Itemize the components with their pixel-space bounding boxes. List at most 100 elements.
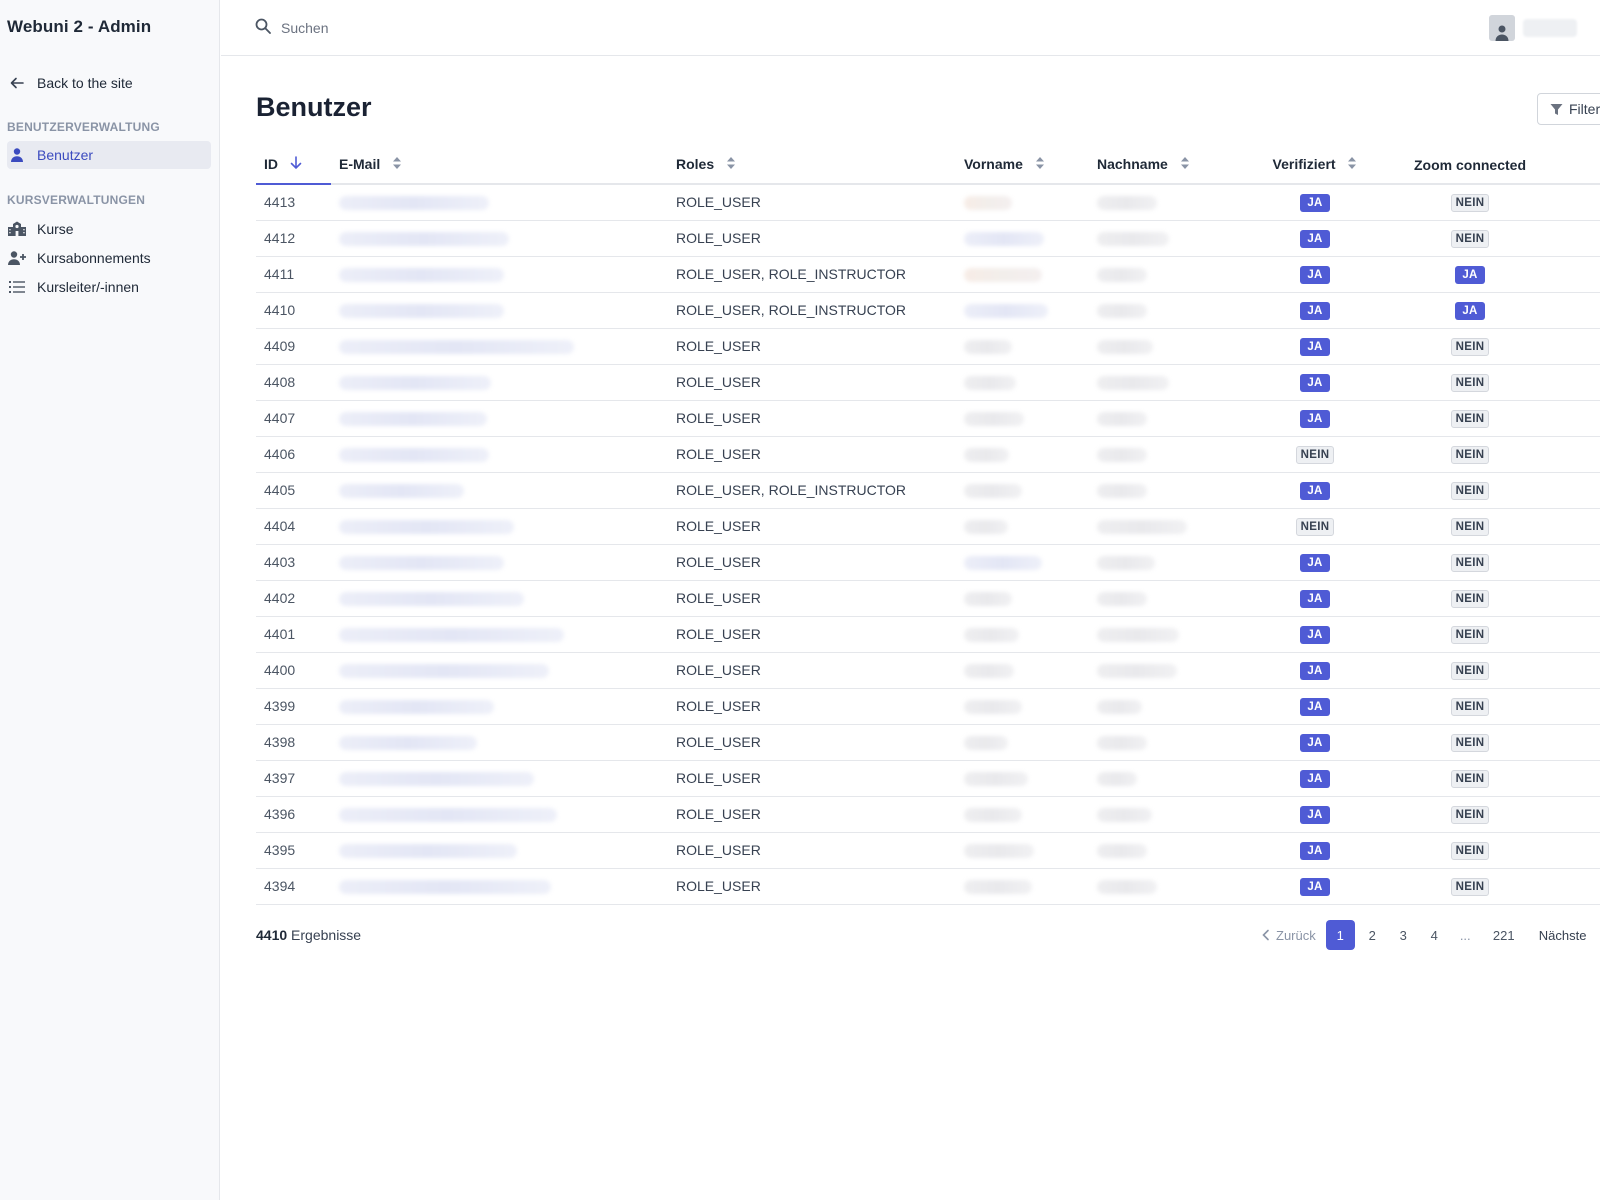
cell-actions[interactable]: • xyxy=(1549,328,1600,365)
back-to-site-link[interactable]: Back to the site xyxy=(7,69,211,97)
cell-vorname xyxy=(956,868,1089,905)
vorname-redacted xyxy=(964,304,1048,319)
pagination-page-1[interactable]: 1 xyxy=(1325,920,1355,950)
zoom-badge: NEIN xyxy=(1450,661,1490,680)
table-row[interactable]: 4401 ROLE_USER JA NEIN • xyxy=(256,616,1600,653)
table-row[interactable]: 4413 ROLE_USER JA NEIN • xyxy=(256,184,1600,221)
search-bar[interactable] xyxy=(255,16,581,40)
column-header-vorname[interactable]: Vorname xyxy=(956,146,1089,185)
cell-actions[interactable]: • xyxy=(1549,292,1600,329)
search-icon xyxy=(255,18,271,39)
table-row[interactable]: 4410 ROLE_USER, ROLE_INSTRUCTOR JA JA • xyxy=(256,292,1600,329)
table-row[interactable]: 4396 ROLE_USER JA NEIN • xyxy=(256,796,1600,833)
table-row[interactable]: 4395 ROLE_USER JA NEIN • xyxy=(256,832,1600,869)
table-row[interactable]: 4400 ROLE_USER JA NEIN • xyxy=(256,652,1600,689)
table-row[interactable]: 4403 ROLE_USER JA NEIN • xyxy=(256,544,1600,581)
user-plus-icon xyxy=(7,248,27,268)
filter-button[interactable]: Filter xyxy=(1537,93,1600,125)
cell-actions[interactable]: • xyxy=(1549,868,1600,905)
cell-actions[interactable]: • xyxy=(1549,580,1600,617)
table-row[interactable]: 4398 ROLE_USER JA NEIN • xyxy=(256,724,1600,761)
cell-actions[interactable]: • xyxy=(1549,760,1600,797)
cell-roles: ROLE_USER xyxy=(668,580,956,617)
nachname-redacted xyxy=(1097,664,1177,679)
cell-id: 4411 xyxy=(256,256,331,293)
cell-actions[interactable]: • xyxy=(1549,400,1600,437)
cell-actions[interactable]: • xyxy=(1549,796,1600,833)
column-header-verifiziert[interactable]: Verifiziert xyxy=(1239,146,1391,185)
section-title-kursverwaltungen: KURSVERWALTUNGEN xyxy=(7,193,146,207)
zoom-badge: NEIN xyxy=(1450,589,1490,608)
column-header-roles[interactable]: Roles xyxy=(668,146,956,185)
cell-actions[interactable]: • xyxy=(1549,364,1600,401)
cell-actions[interactable]: • xyxy=(1549,472,1600,509)
column-header-nachname[interactable]: Nachname xyxy=(1089,146,1239,185)
cell-id: 4398 xyxy=(256,724,331,761)
vorname-redacted xyxy=(964,484,1022,499)
roles-text: ROLE_USER xyxy=(676,734,761,750)
avatar[interactable] xyxy=(1489,15,1515,41)
table-row[interactable]: 4399 ROLE_USER JA NEIN • xyxy=(256,688,1600,725)
cell-nachname xyxy=(1089,796,1239,833)
pagination-prev[interactable]: Zurück xyxy=(1262,920,1324,950)
table-row[interactable]: 4397 ROLE_USER JA NEIN • xyxy=(256,760,1600,797)
cell-actions[interactable]: • xyxy=(1549,256,1600,293)
pagination-page-3[interactable]: 3 xyxy=(1388,920,1419,950)
sidebar-item-kursabonnements[interactable]: Kursabonnements xyxy=(7,244,211,272)
cell-zoom-connected: NEIN xyxy=(1391,220,1549,257)
cell-id: 4402 xyxy=(256,580,331,617)
cell-id: 4404 xyxy=(256,508,331,545)
table-row[interactable]: 4405 ROLE_USER, ROLE_INSTRUCTOR JA NEIN • xyxy=(256,472,1600,509)
cell-vorname xyxy=(956,184,1089,221)
column-header-email[interactable]: E-Mail xyxy=(331,146,668,185)
nachname-redacted xyxy=(1097,880,1157,895)
sidebar-item-kursleiter[interactable]: Kursleiter/-innen xyxy=(7,273,211,301)
cell-id: 4396 xyxy=(256,796,331,833)
user-name[interactable] xyxy=(1523,19,1577,37)
table-row[interactable]: 4406 ROLE_USER NEIN NEIN • xyxy=(256,436,1600,473)
cell-email xyxy=(331,472,668,509)
cell-actions[interactable]: • xyxy=(1549,832,1600,869)
sidebar-item-label: Kursleiter/-innen xyxy=(37,279,139,295)
cell-email xyxy=(331,868,668,905)
verified-badge: JA xyxy=(1300,733,1330,752)
table-row[interactable]: 4408 ROLE_USER JA NEIN • xyxy=(256,364,1600,401)
cell-actions[interactable]: • xyxy=(1549,724,1600,761)
cell-actions[interactable]: • xyxy=(1549,652,1600,689)
vorname-redacted xyxy=(964,520,1008,535)
table-row[interactable]: 4411 ROLE_USER, ROLE_INSTRUCTOR JA JA • xyxy=(256,256,1600,293)
sidebar: Webuni 2 - Admin Back to the site BENUTZ… xyxy=(0,0,220,1200)
cell-actions[interactable]: • xyxy=(1549,544,1600,581)
table-row[interactable]: 4409 ROLE_USER JA NEIN • xyxy=(256,328,1600,365)
table-row[interactable]: 4404 ROLE_USER NEIN NEIN • xyxy=(256,508,1600,545)
table-row[interactable]: 4407 ROLE_USER JA NEIN • xyxy=(256,400,1600,437)
cell-actions[interactable]: • xyxy=(1549,616,1600,653)
pagination-page-4[interactable]: 4 xyxy=(1419,920,1450,950)
cell-actions[interactable]: • xyxy=(1549,508,1600,545)
search-input[interactable] xyxy=(281,20,581,36)
table-row[interactable]: 4394 ROLE_USER JA NEIN • xyxy=(256,868,1600,905)
cell-nachname xyxy=(1089,472,1239,509)
user-id: 4402 xyxy=(264,590,296,606)
table-row[interactable]: 4402 ROLE_USER JA NEIN • xyxy=(256,580,1600,617)
cell-vorname xyxy=(956,436,1089,473)
roles-text: ROLE_USER xyxy=(676,806,761,822)
cell-roles: ROLE_USER xyxy=(668,184,956,221)
sidebar-item-label: Kursabonnements xyxy=(37,250,151,266)
cell-actions[interactable]: • xyxy=(1549,688,1600,725)
cell-actions[interactable]: • xyxy=(1549,184,1600,221)
roles-text: ROLE_USER xyxy=(676,842,761,858)
column-header-actions xyxy=(1549,146,1600,185)
cell-vorname xyxy=(956,796,1089,833)
cell-id: 4403 xyxy=(256,544,331,581)
pagination-page-2[interactable]: 2 xyxy=(1357,920,1388,950)
cell-actions[interactable]: • xyxy=(1549,220,1600,257)
column-header-id[interactable]: ID xyxy=(256,146,331,185)
sidebar-item-kurse[interactable]: Kurse xyxy=(7,215,211,243)
email-redacted xyxy=(339,772,534,787)
table-row[interactable]: 4412 ROLE_USER JA NEIN • xyxy=(256,220,1600,257)
pagination-next[interactable]: Nächste xyxy=(1527,920,1587,950)
pagination-page-221[interactable]: 221 xyxy=(1481,920,1527,950)
cell-actions[interactable]: • xyxy=(1549,436,1600,473)
sidebar-item-benutzer[interactable]: Benutzer xyxy=(7,141,211,169)
